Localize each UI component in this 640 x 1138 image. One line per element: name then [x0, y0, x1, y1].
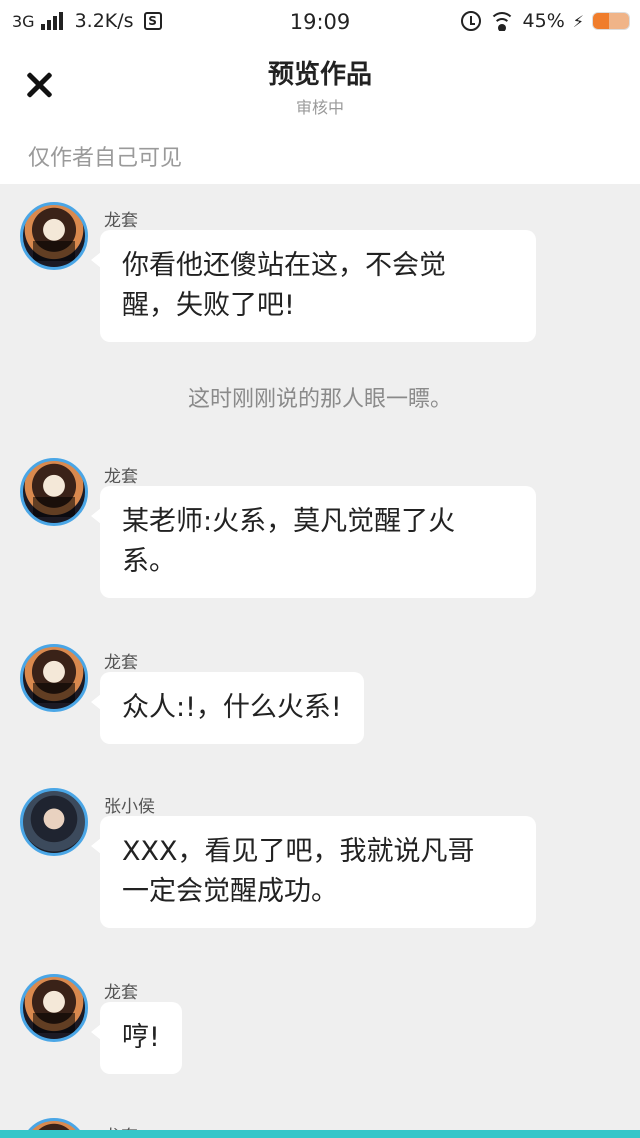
message-text-line: XXX，看见了吧，我就说凡哥 [122, 836, 475, 867]
avatar[interactable] [20, 788, 88, 856]
avatar[interactable] [20, 458, 88, 526]
battery-percent: 45% [522, 10, 565, 32]
alarm-icon [460, 11, 481, 31]
header: 预览作品 审核中 仅作者自己可见 [0, 44, 640, 184]
message-bubble[interactable]: XXX，看见了吧，我就说凡哥 一定会觉醒成功。 [91, 816, 536, 928]
message-bubble[interactable]: 哼! [91, 1002, 182, 1074]
avatar[interactable] [20, 974, 88, 1042]
message-bubble[interactable]: 你看他还傻站在这，不会觉 醒，失败了吧! [91, 230, 536, 342]
sender-name: 龙套 [104, 983, 138, 1003]
message-text-line: 醒，失败了吧! [122, 290, 295, 321]
review-status: 审核中 [295, 98, 344, 117]
chat-list[interactable]: 龙套 你看他还傻站在这，不会觉 醒，失败了吧! 这时刚刚说的那人眼一瞟。 龙套 … [0, 184, 640, 1138]
charging-icon: ⚡ [572, 11, 584, 31]
message-text-line: 一定会觉醒成功。 [122, 876, 338, 907]
sender-name: 龙套 [104, 653, 138, 673]
message-text-line: 某老师:火系，莫凡觉醒了火 [122, 506, 456, 537]
status-bar: 3G 3.2K/s S 19:09 45% ⚡ [0, 0, 640, 44]
message-text-line: 你看他还傻站在这，不会觉 [122, 250, 446, 281]
status-right: 45% ⚡ [460, 10, 630, 32]
sender-name: 龙套 [104, 467, 138, 487]
narration-text: 这时刚刚说的那人眼一瞟。 [187, 387, 452, 412]
wifi-icon [488, 11, 515, 31]
avatar[interactable] [20, 202, 88, 270]
bottom-bar [0, 1130, 640, 1138]
message-bubble[interactable]: 某老师:火系，莫凡觉醒了火 系。 [91, 486, 536, 598]
battery-icon [592, 12, 630, 30]
avatar[interactable] [20, 644, 88, 712]
sender-name: 龙套 [104, 211, 138, 231]
page-title: 预览作品 [267, 60, 372, 90]
message-text-line: 哼! [122, 1022, 160, 1053]
sender-name: 张小侯 [104, 797, 155, 817]
message-bubble[interactable]: 众人:!，什么火系! [91, 672, 364, 744]
message-text-line: 众人:!，什么火系! [122, 692, 342, 723]
visibility-note: 仅作者自己可见 [28, 146, 183, 171]
message-text-line: 系。 [122, 546, 176, 577]
